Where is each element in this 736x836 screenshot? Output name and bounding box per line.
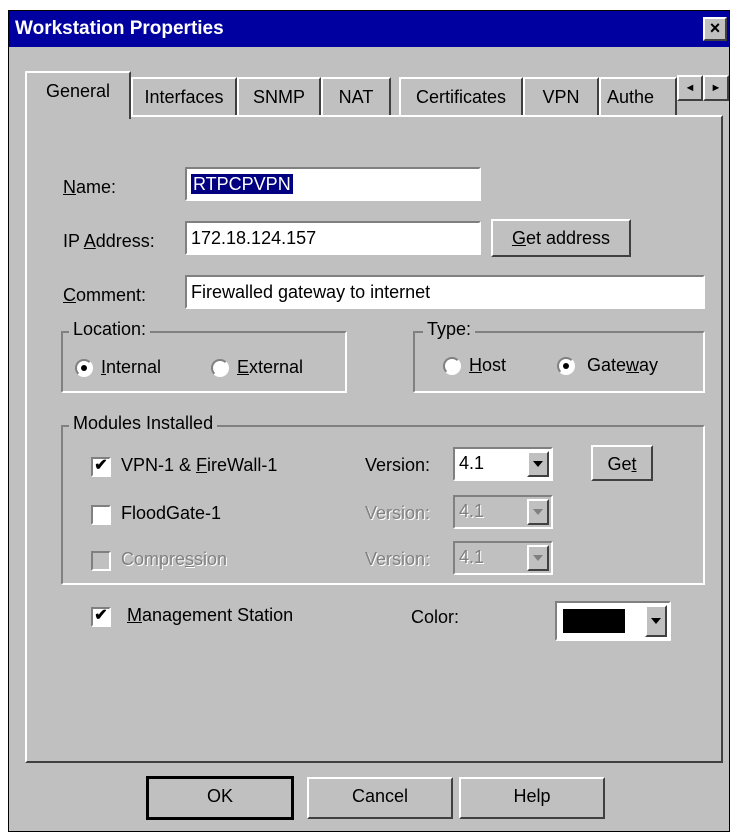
internal-label[interactable]: Internal: [101, 357, 161, 378]
tab-label: Authe: [607, 87, 655, 107]
tab-label: VPN: [542, 87, 580, 107]
tab-scroll-left-icon[interactable]: ◄: [677, 75, 703, 101]
radio-selected-icon: [81, 365, 87, 371]
tab-certificates[interactable]: Certificates: [399, 77, 523, 117]
internal-radio[interactable]: [75, 359, 93, 377]
ip-address-label: IP Address:: [63, 231, 155, 251]
color-swatch: [563, 609, 625, 633]
chevron-down-icon[interactable]: [527, 451, 549, 477]
tab-label: General: [45, 81, 111, 101]
vpn1-firewall1-label: VPN-1 & FireWall-1: [121, 455, 278, 475]
ip-address-field[interactable]: 172.18.124.157: [185, 221, 481, 255]
type-legend: Type:: [423, 319, 476, 340]
help-button[interactable]: Help: [459, 777, 605, 819]
version-select-vpn1[interactable]: 4.1: [453, 447, 553, 481]
chevron-down-icon: [527, 545, 549, 571]
close-icon[interactable]: ×: [703, 17, 727, 41]
comment-label: Comment:: [63, 285, 147, 305]
host-radio[interactable]: [443, 357, 461, 375]
tab-vpn[interactable]: VPN: [523, 77, 599, 117]
version-select-floodgate1: 4.1: [453, 495, 553, 529]
management-station-checkbox[interactable]: ✔: [91, 607, 111, 627]
tab-label: SNMP: [252, 87, 305, 107]
version-value: 4.1: [459, 547, 485, 567]
compression-checkbox: [91, 551, 111, 571]
title-bar[interactable]: Workstation Properties ×: [9, 11, 729, 47]
host-label[interactable]: Host: [469, 355, 506, 376]
tab-interfaces[interactable]: Interfaces: [131, 77, 237, 117]
name-label: Name:: [63, 177, 117, 197]
radio-selected-icon: [563, 363, 569, 369]
get-address-button[interactable]: Get address: [491, 219, 631, 257]
version-label: Version:: [365, 455, 431, 475]
color-select[interactable]: [555, 601, 671, 641]
tab-authentication[interactable]: Authe: [599, 77, 677, 117]
tab-snmp[interactable]: SNMP: [237, 77, 321, 117]
color-label: Color:: [411, 607, 460, 627]
compression-label: Compression: [121, 549, 228, 569]
modules-installed-legend: Modules Installed: [69, 413, 218, 434]
tab-nat[interactable]: NAT: [321, 77, 391, 117]
vpn1-firewall1-checkbox[interactable]: ✔: [91, 457, 111, 477]
chevron-down-icon[interactable]: [645, 605, 667, 637]
ok-button[interactable]: OK: [146, 776, 294, 820]
floodgate1-checkbox[interactable]: [91, 505, 111, 525]
version-label: Version:: [365, 503, 431, 523]
gateway-label[interactable]: Gateway: [587, 355, 658, 376]
window-title: Workstation Properties: [15, 18, 224, 39]
version-select-compression: 4.1: [453, 541, 553, 575]
version-value: 4.1: [459, 453, 485, 473]
tab-scroll-right-icon[interactable]: ►: [703, 75, 729, 101]
tab-label: NAT: [338, 87, 374, 107]
tab-label: Interfaces: [144, 87, 224, 107]
gateway-radio[interactable]: [557, 357, 575, 375]
get-version-button[interactable]: Get: [591, 445, 653, 481]
management-station-label: Management Station: [127, 605, 294, 625]
comment-field[interactable]: Firewalled gateway to internet: [185, 275, 705, 309]
tab-general[interactable]: General: [25, 71, 131, 119]
name-value: RTPCPVPN: [191, 174, 293, 194]
check-icon: ✔: [94, 607, 108, 624]
workstation-properties-dialog: Workstation Properties × General Interfa…: [8, 10, 730, 832]
floodgate1-label: FloodGate-1: [121, 503, 222, 523]
name-field[interactable]: RTPCPVPN: [185, 167, 481, 201]
location-legend: Location:: [69, 319, 151, 340]
check-icon: ✔: [94, 457, 108, 474]
chevron-down-icon: [527, 499, 549, 525]
cancel-button[interactable]: Cancel: [307, 777, 453, 819]
tab-label: Certificates: [415, 87, 507, 107]
version-value: 4.1: [459, 501, 485, 521]
external-radio[interactable]: [211, 359, 229, 377]
version-label: Version:: [365, 549, 431, 569]
external-label[interactable]: External: [237, 357, 303, 378]
